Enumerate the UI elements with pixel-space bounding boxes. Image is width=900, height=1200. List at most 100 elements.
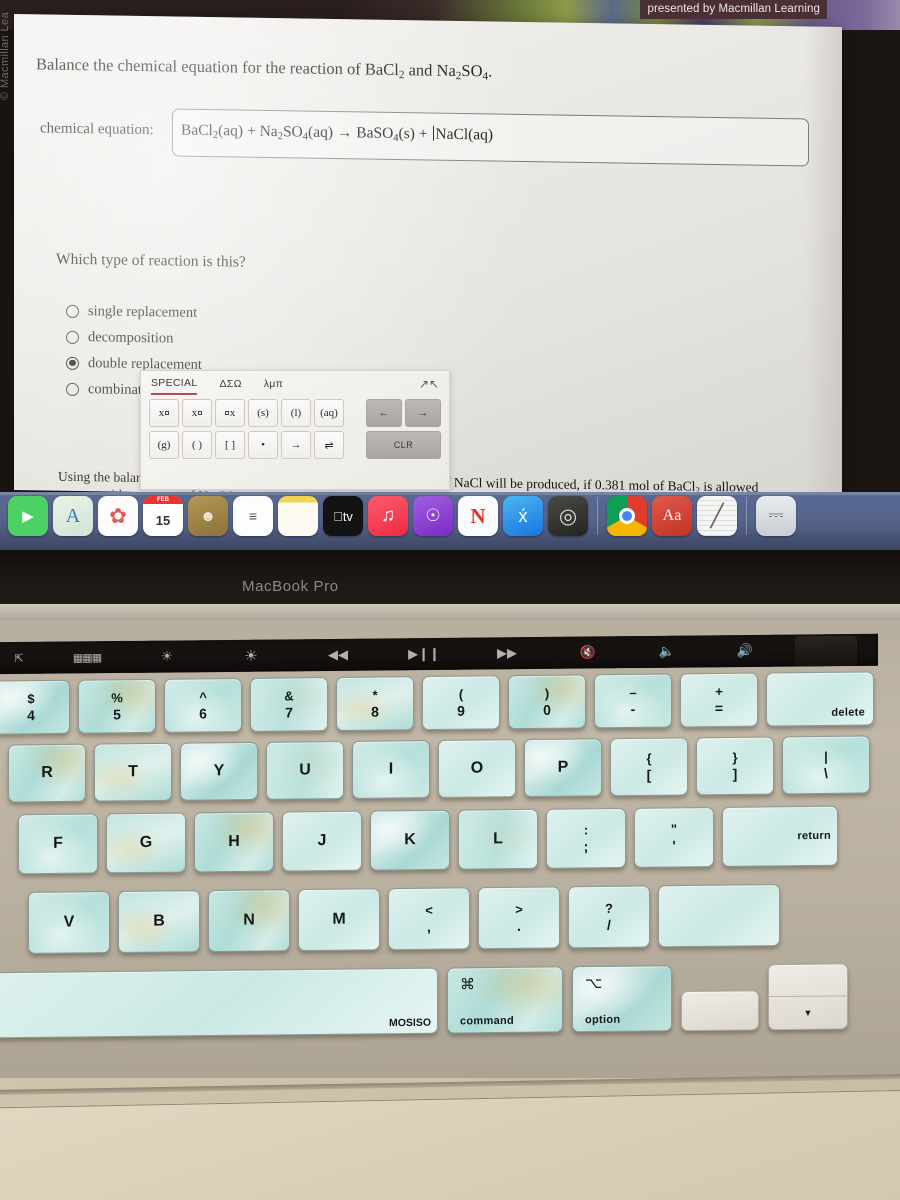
macos-dock[interactable]: ▶ A ✿ FEB 15 ☻ ≡ tv ♫ ☉ N x́ ◎ Aa ╱ ⎓	[0, 492, 900, 550]
brightness-down-icon[interactable]: ☀	[126, 648, 208, 665]
key-0[interactable]: ) 0	[508, 674, 586, 730]
key-comma[interactable]: < ,	[388, 887, 470, 951]
key-dot[interactable]: •	[248, 431, 278, 459]
key-5[interactable]: % 5	[78, 678, 156, 734]
radio-double-replacement[interactable]	[66, 356, 79, 370]
key-superscript[interactable]: x	[149, 399, 179, 427]
key-6[interactable]: ^ 6	[164, 678, 242, 733]
key-u[interactable]: U	[266, 740, 344, 800]
dock-icon-maps[interactable]: A	[53, 496, 93, 536]
key-state-solid[interactable]: (s)	[248, 399, 278, 427]
key-bracket-left[interactable]: { [	[610, 737, 688, 797]
key-j[interactable]: J	[282, 810, 362, 872]
key-command[interactable]: ⌘ command	[447, 966, 563, 1034]
dock-icon-podcasts[interactable]: ☉	[413, 496, 453, 536]
key-equilibrium-arrow[interactable]: ⇌	[314, 431, 344, 459]
key-presubscript[interactable]: x	[215, 399, 245, 427]
key-return[interactable]: return	[722, 805, 838, 867]
key-l[interactable]: L	[458, 808, 538, 870]
page-glare	[804, 26, 842, 504]
key-arrow-right[interactable]: →	[281, 431, 311, 459]
escape-icon[interactable]: ⇱	[0, 651, 48, 665]
dock-icon-contacts[interactable]: ☻	[188, 496, 228, 536]
radio-combination[interactable]	[66, 382, 79, 396]
radio-decomposition[interactable]	[66, 330, 79, 344]
rewind-icon[interactable]: ◀◀	[294, 646, 382, 663]
key-delete[interactable]: delete	[766, 671, 874, 727]
dock-icon-notes[interactable]	[278, 496, 318, 536]
key-k[interactable]: K	[370, 809, 450, 871]
dock-icon-calendar[interactable]: FEB 15	[143, 496, 183, 536]
dock-icon-appletv[interactable]: tv	[323, 496, 363, 536]
key-n[interactable]: N	[208, 889, 290, 953]
key-parentheses[interactable]: ( )	[182, 431, 212, 459]
key-backslash[interactable]: | \	[782, 735, 870, 795]
key-9[interactable]: ( 9	[422, 675, 500, 731]
key-state-liquid[interactable]: (l)	[281, 399, 311, 427]
dock-icon-trash[interactable]: ⎓	[756, 496, 796, 536]
key-t[interactable]: T	[94, 742, 172, 802]
key-p[interactable]: P	[524, 738, 602, 798]
dock-icon-reminders[interactable]: ≡	[233, 496, 273, 536]
dock-icon-appstore[interactable]: x́	[503, 496, 543, 536]
key-minus[interactable]: – -	[594, 673, 672, 729]
choice-single-replacement[interactable]: single replacement	[66, 298, 202, 326]
key-state-aqueous[interactable]: (aq)	[314, 399, 344, 427]
key-cursor-left[interactable]: ←	[366, 399, 402, 427]
key-slash[interactable]: ? /	[568, 885, 650, 949]
dock-icon-pages[interactable]: ╱	[697, 496, 737, 536]
key-clear[interactable]: CLR	[366, 431, 441, 459]
volume-down-icon[interactable]: 🔈	[628, 643, 706, 660]
key-semicolon[interactable]: : ;	[546, 807, 626, 869]
dock-icon-safari[interactable]: ◎	[548, 496, 588, 536]
tab-special[interactable]: SPECIAL	[151, 377, 198, 395]
key-state-gas[interactable]: (g)	[149, 431, 179, 459]
key-7[interactable]: & 7	[250, 677, 328, 732]
key-b[interactable]: B	[118, 890, 200, 953]
key-arrow-left[interactable]	[681, 990, 759, 1032]
key-arrow-stack[interactable]: ▼	[768, 963, 848, 1031]
mute-icon[interactable]: 🔇	[548, 644, 628, 661]
volume-up-icon[interactable]: 🔊	[706, 643, 784, 660]
key-r[interactable]: R	[8, 743, 86, 803]
dock-icon-music[interactable]: ♫	[368, 496, 408, 536]
dock-icon-dictionary[interactable]: Aa	[652, 496, 692, 536]
math-symbol-palette[interactable]: SPECIAL ΔΣΩ λμπ ↗↖ x x x (s) (l) (aq) (g…	[140, 370, 450, 490]
dock-icon-photos[interactable]: ✿	[98, 496, 138, 536]
key-period[interactable]: > .	[478, 886, 560, 950]
key-option-right[interactable]: ⌥ option	[572, 965, 672, 1033]
tab-greek-lowercase[interactable]: λμπ	[264, 378, 283, 394]
key-bracket-right[interactable]: } ]	[696, 736, 774, 796]
key-y[interactable]: Y	[180, 741, 258, 801]
key-brackets[interactable]: [ ]	[215, 431, 245, 459]
radio-single-replacement[interactable]	[66, 304, 79, 318]
key-v[interactable]: V	[28, 891, 110, 954]
key-subscript[interactable]: x	[182, 399, 212, 427]
key-shift-right[interactable]	[658, 884, 780, 948]
key-i[interactable]: I	[352, 740, 430, 799]
brightness-up-icon[interactable]: ☀	[208, 646, 294, 665]
key-4[interactable]: $ 4	[0, 679, 70, 735]
key-cursor-right[interactable]: →	[405, 399, 441, 427]
key-equals[interactable]: + =	[680, 672, 758, 728]
play-pause-icon[interactable]: ▶❙❙	[382, 646, 466, 663]
key-g[interactable]: G	[106, 812, 186, 874]
choice-decomposition[interactable]: decomposition	[66, 324, 202, 352]
trackpad[interactable]	[0, 1088, 900, 1200]
key-spacebar[interactable]: MOSISO	[0, 967, 438, 1039]
launchpad-icon[interactable]: ▦▦▦	[48, 650, 126, 664]
touch-id-sensor[interactable]	[795, 635, 857, 667]
fast-forward-icon[interactable]: ▶▶	[466, 645, 548, 662]
expand-arrows-icon[interactable]: ↗↖	[419, 377, 439, 391]
key-h[interactable]: H	[194, 811, 274, 873]
key-f[interactable]: F	[18, 813, 98, 875]
tab-greek-uppercase[interactable]: ΔΣΩ	[219, 378, 241, 394]
key-o[interactable]: O	[438, 739, 516, 799]
dock-icon-chrome[interactable]	[607, 496, 647, 536]
key-quote[interactable]: " '	[634, 807, 714, 868]
key-m[interactable]: M	[298, 888, 380, 952]
key-8[interactable]: * 8	[336, 676, 414, 732]
dock-icon-news[interactable]: N	[458, 496, 498, 536]
chemical-equation-input[interactable]: BaCl2(aq) + Na2SO4(aq) → BaSO4(s) + NaCl…	[172, 108, 809, 167]
dock-icon-facetime[interactable]: ▶	[8, 496, 48, 536]
